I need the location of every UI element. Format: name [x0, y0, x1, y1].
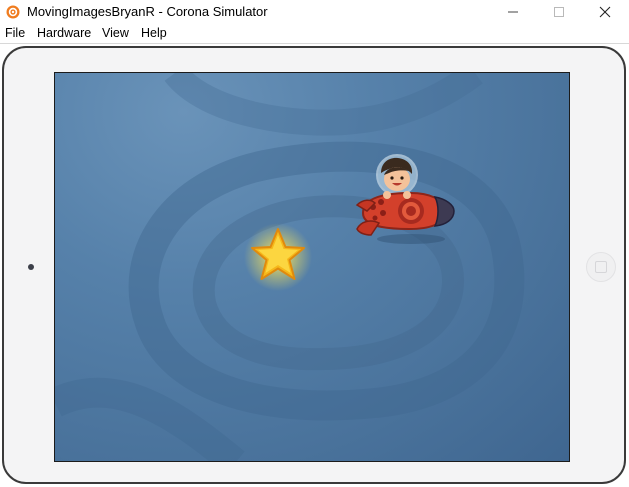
maximize-button[interactable]: [536, 0, 582, 24]
menu-help[interactable]: Help: [141, 26, 167, 40]
menu-hardware[interactable]: Hardware: [37, 26, 91, 40]
minimize-icon: [508, 11, 518, 13]
maximize-icon: [554, 7, 564, 17]
simulator-screen[interactable]: [54, 72, 570, 462]
title-bar[interactable]: MovingImagesBryanR - Corona Simulator: [0, 0, 629, 24]
astronaut-rocket-icon[interactable]: [351, 153, 457, 245]
window-title: MovingImagesBryanR - Corona Simulator: [27, 4, 268, 19]
corona-app-icon: [6, 5, 20, 19]
camera-icon: [28, 264, 34, 270]
minimize-button[interactable]: [490, 0, 536, 24]
home-button[interactable]: [586, 252, 616, 282]
star-icon[interactable]: [243, 221, 313, 291]
menu-file[interactable]: File: [5, 26, 25, 40]
menu-bar: File Hardware View Help: [0, 24, 629, 44]
menu-view[interactable]: View: [102, 26, 129, 40]
close-icon: [599, 6, 611, 18]
close-button[interactable]: [582, 0, 628, 24]
